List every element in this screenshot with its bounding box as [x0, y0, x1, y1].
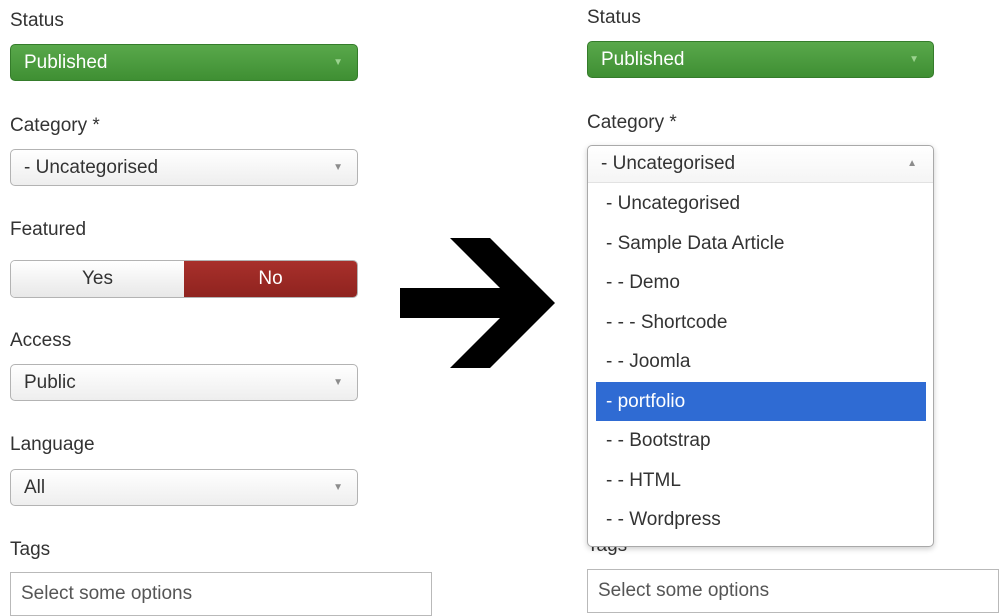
status-label: Status: [10, 10, 64, 31]
category-option[interactable]: - portfolio: [596, 381, 926, 421]
category-option[interactable]: - - Demo: [596, 263, 926, 303]
category-options-list: - Uncategorised - Sample Data Article - - …: [596, 184, 926, 540]
language-label: Language: [10, 434, 95, 455]
language-value: All: [24, 477, 46, 498]
access-select[interactable]: Public ▼: [10, 364, 358, 401]
category-option[interactable]: - - Wordpress: [596, 500, 926, 540]
category-option[interactable]: - - HTML: [596, 461, 926, 501]
category-option[interactable]: - - Bootstrap: [596, 421, 926, 461]
status-value: Published: [601, 49, 685, 70]
category-option[interactable]: - Uncategorised: [596, 184, 926, 224]
status-label: Status: [587, 7, 641, 28]
access-label: Access: [10, 330, 72, 351]
category-label: Category *: [10, 115, 100, 136]
category-select[interactable]: - Uncategorised ▲: [588, 146, 933, 183]
featured-label: Featured: [10, 219, 87, 240]
caret-up-icon: ▲: [907, 158, 917, 169]
status-value: Published: [24, 52, 108, 73]
tags-input[interactable]: Select some options: [587, 569, 999, 613]
category-option[interactable]: - Sample Data Article: [596, 224, 926, 264]
caret-down-icon: ▼: [333, 377, 343, 388]
access-value: Public: [24, 372, 76, 393]
category-label: Category *: [587, 112, 677, 133]
caret-down-icon: ▼: [333, 57, 343, 68]
status-select[interactable]: Published ▼: [587, 41, 934, 78]
category-value: - Uncategorised: [24, 157, 159, 178]
featured-yes-button[interactable]: Yes: [11, 261, 184, 297]
caret-down-icon: ▼: [909, 54, 919, 65]
right-arrow-icon: [400, 238, 555, 368]
caret-down-icon: ▼: [333, 482, 343, 493]
category-value: - Uncategorised: [601, 153, 736, 174]
status-select[interactable]: Published ▼: [10, 44, 358, 81]
language-select[interactable]: All ▼: [10, 469, 358, 506]
tags-input[interactable]: Select some options: [10, 572, 432, 616]
featured-no-button[interactable]: No: [184, 261, 357, 297]
featured-toggle: Yes No: [10, 260, 358, 298]
category-option[interactable]: - - - Shortcode: [596, 303, 926, 343]
caret-down-icon: ▼: [333, 162, 343, 173]
tags-label: Tags: [10, 539, 51, 560]
category-select[interactable]: - Uncategorised ▼: [10, 149, 358, 186]
category-dropdown: - Uncategorised ▲ - Uncategorised - Sampl…: [587, 145, 934, 547]
category-option[interactable]: - - Joomla: [596, 342, 926, 382]
